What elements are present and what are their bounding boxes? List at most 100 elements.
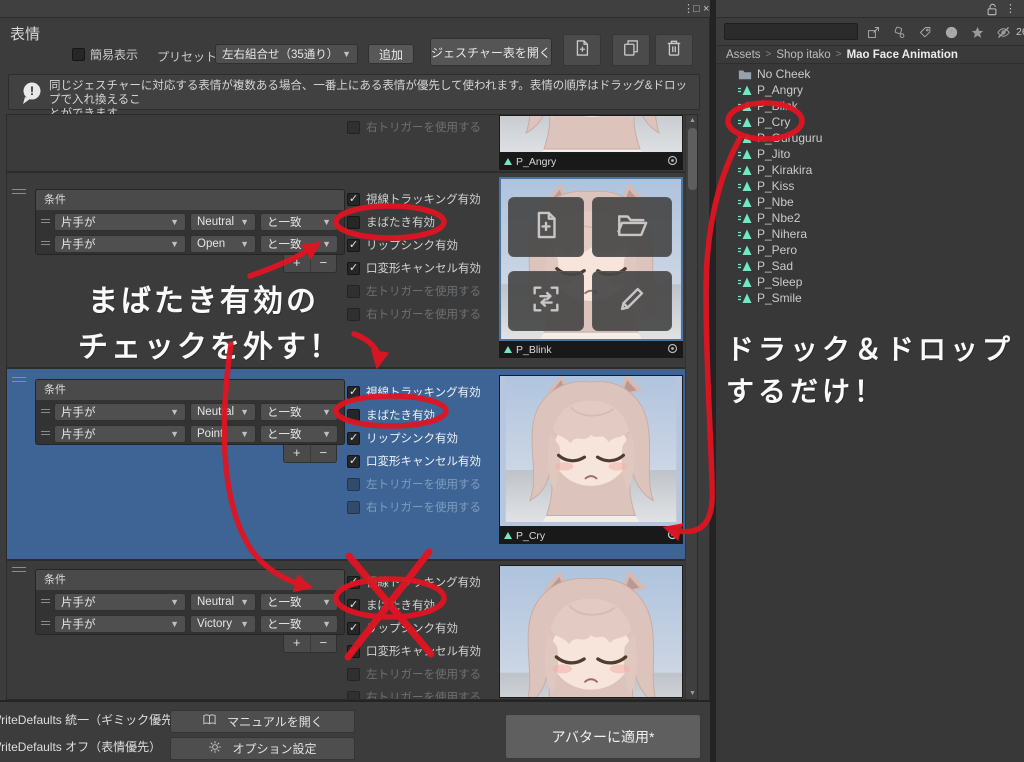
object-picker-icon[interactable] — [667, 527, 678, 545]
delete-button[interactable] — [655, 34, 693, 66]
search-by-label-icon[interactable] — [914, 22, 936, 42]
gesture-select[interactable]: Point▼ — [190, 425, 256, 443]
open-gesture-table-button[interactable]: ジェスチャー表を開く — [430, 38, 552, 66]
apply-to-avatar-button[interactable]: アバターに適用* — [505, 714, 701, 759]
condition-drag-handle[interactable] — [41, 219, 50, 223]
lipsync-checkbox[interactable]: リップシンク有効 — [347, 620, 458, 636]
remove-condition-button[interactable]: − — [310, 255, 337, 272]
list-item[interactable]: P_Jito — [716, 146, 1024, 162]
match-select[interactable]: と一致▼ — [260, 235, 338, 253]
row-drag-handle[interactable] — [12, 567, 26, 572]
animation-object-field[interactable]: P_Cry — [499, 527, 683, 544]
breadcrumb-current-folder[interactable]: Mao Face Animation — [847, 49, 958, 61]
checkbox[interactable] — [72, 48, 85, 61]
writedefaults-option-1[interactable]: WriteDefaults 統一（ギミック優先） — [0, 711, 185, 728]
list-item[interactable]: P_Smile — [716, 290, 1024, 306]
list-item[interactable]: P_Angry — [716, 82, 1024, 98]
gesture-select[interactable]: Neutral▼ — [190, 593, 256, 611]
new-expression-button[interactable] — [563, 34, 601, 66]
edit-animation-button[interactable] — [592, 271, 672, 331]
scroll-down-icon[interactable]: ▼ — [686, 690, 698, 697]
eye-tracking-checkbox[interactable]: 視線トラッキング有効 — [347, 574, 481, 590]
mouth-cancel-checkbox[interactable]: 口変形キャンセル有効 — [347, 643, 481, 659]
simple-view-checkbox[interactable]: 簡易表示 — [72, 46, 138, 63]
scroll-up-icon[interactable]: ▲ — [686, 117, 698, 124]
add-condition-button[interactable]: + — [284, 255, 310, 272]
new-animation-button[interactable] — [508, 197, 584, 257]
condition-drag-handle[interactable] — [41, 241, 50, 245]
gesture-select[interactable]: Neutral▼ — [190, 213, 256, 231]
list-item[interactable]: P_Cry — [716, 114, 1024, 130]
match-select[interactable]: と一致▼ — [260, 593, 338, 611]
blink-checkbox[interactable]: まばたき有効 — [347, 597, 435, 613]
preset-dropdown[interactable]: 左右組合せ（35通り） ▼ — [215, 44, 358, 64]
remove-condition-button[interactable]: − — [310, 445, 337, 462]
remove-condition-button[interactable]: − — [310, 635, 337, 652]
object-picker-icon[interactable] — [667, 341, 678, 359]
add-condition-button[interactable]: + — [284, 635, 310, 652]
eye-tracking-checkbox[interactable]: 視線トラッキング有効 — [347, 191, 481, 207]
hand-select[interactable]: 片手が▼ — [54, 593, 186, 611]
scrollbar-thumb[interactable] — [688, 128, 697, 190]
match-select[interactable]: と一致▼ — [260, 403, 338, 421]
hand-select[interactable]: 片手が▼ — [54, 213, 186, 231]
expression-row-angry[interactable]: 右トリガーを使用する P_Angry — [7, 115, 685, 171]
duplicate-button[interactable] — [612, 34, 650, 66]
gesture-select[interactable]: Victory▼ — [190, 615, 256, 633]
search-by-type-icon[interactable] — [888, 22, 910, 42]
row-drag-handle[interactable] — [12, 377, 26, 382]
add-button[interactable]: 追加 — [368, 44, 414, 64]
list-item[interactable]: P_Kirakira — [716, 162, 1024, 178]
condition-drag-handle[interactable] — [41, 599, 50, 603]
writedefaults-option-2[interactable]: WriteDefaults オフ（表情優先） — [0, 738, 161, 755]
expression-row-cry[interactable]: 条件 片手が▼ Neutral▼ と一致▼ 片手が▼ Point▼ と一致▼ — [7, 369, 685, 559]
options-button[interactable]: オプション設定 — [170, 737, 355, 760]
list-item[interactable]: P_Nihera — [716, 226, 1024, 242]
animation-object-field[interactable]: P_Angry — [499, 153, 683, 170]
condition-drag-handle[interactable] — [41, 409, 50, 413]
hand-select[interactable]: 片手が▼ — [54, 425, 186, 443]
list-item[interactable]: P_Kiss — [716, 178, 1024, 194]
row-drag-handle[interactable] — [12, 189, 26, 194]
breadcrumb-assets[interactable]: Assets — [726, 49, 761, 61]
save-search-star-icon[interactable] — [966, 22, 988, 42]
vertical-scrollbar[interactable]: ▲ ▼ — [685, 115, 698, 699]
close-icon[interactable]: × — [703, 1, 709, 17]
blink-checkbox[interactable]: まばたき有効 — [347, 407, 435, 423]
alert-filter-icon[interactable]: ! — [940, 22, 962, 42]
match-select[interactable]: と一致▼ — [260, 213, 338, 231]
lipsync-checkbox[interactable]: リップシンク有効 — [347, 237, 458, 253]
expression-row-victory[interactable]: 条件 片手が▼ Neutral▼ と一致▼ 片手が▼ Victory▼ と一致▼ — [7, 561, 685, 700]
list-item[interactable]: P_Sleep — [716, 274, 1024, 290]
window-menu-icon[interactable]: ⋮ — [1005, 1, 1016, 17]
list-item[interactable]: P_Sad — [716, 258, 1024, 274]
search-input[interactable] — [724, 23, 858, 40]
list-item[interactable]: P_Nbe — [716, 194, 1024, 210]
open-animation-button[interactable] — [592, 197, 672, 257]
eye-tracking-checkbox[interactable]: 視線トラッキング有効 — [347, 384, 481, 400]
add-condition-button[interactable]: + — [284, 445, 310, 462]
mouth-cancel-checkbox[interactable]: 口変形キャンセル有効 — [347, 260, 481, 276]
animation-object-field[interactable]: P_Blink — [499, 341, 683, 358]
maximize-icon[interactable]: □ — [693, 1, 700, 17]
condition-drag-handle[interactable] — [41, 431, 50, 435]
list-item[interactable]: P_Blink — [716, 98, 1024, 114]
list-item[interactable]: No Cheek — [716, 66, 1024, 82]
list-item[interactable]: P_Pero — [716, 242, 1024, 258]
blink-checkbox[interactable]: まばたき有効 — [347, 214, 435, 230]
breadcrumb-shop-itako[interactable]: Shop itako — [776, 49, 830, 61]
match-select[interactable]: と一致▼ — [260, 615, 338, 633]
object-picker-icon[interactable] — [667, 153, 678, 171]
gesture-select[interactable]: Open▼ — [190, 235, 256, 253]
lipsync-checkbox[interactable]: リップシンク有効 — [347, 430, 458, 446]
mouth-cancel-checkbox[interactable]: 口変形キャンセル有効 — [347, 453, 481, 469]
gesture-select[interactable]: Neutral▼ — [190, 403, 256, 421]
match-select[interactable]: と一致▼ — [260, 425, 338, 443]
hand-select[interactable]: 片手が▼ — [54, 235, 186, 253]
hand-select[interactable]: 片手が▼ — [54, 403, 186, 421]
list-item[interactable]: P_Nbe2 — [716, 210, 1024, 226]
hidden-objects-eye-icon[interactable] — [992, 22, 1014, 42]
open-manual-button[interactable]: マニュアルを開く — [170, 710, 355, 733]
hand-select[interactable]: 片手が▼ — [54, 615, 186, 633]
swap-animation-button[interactable] — [508, 271, 584, 331]
